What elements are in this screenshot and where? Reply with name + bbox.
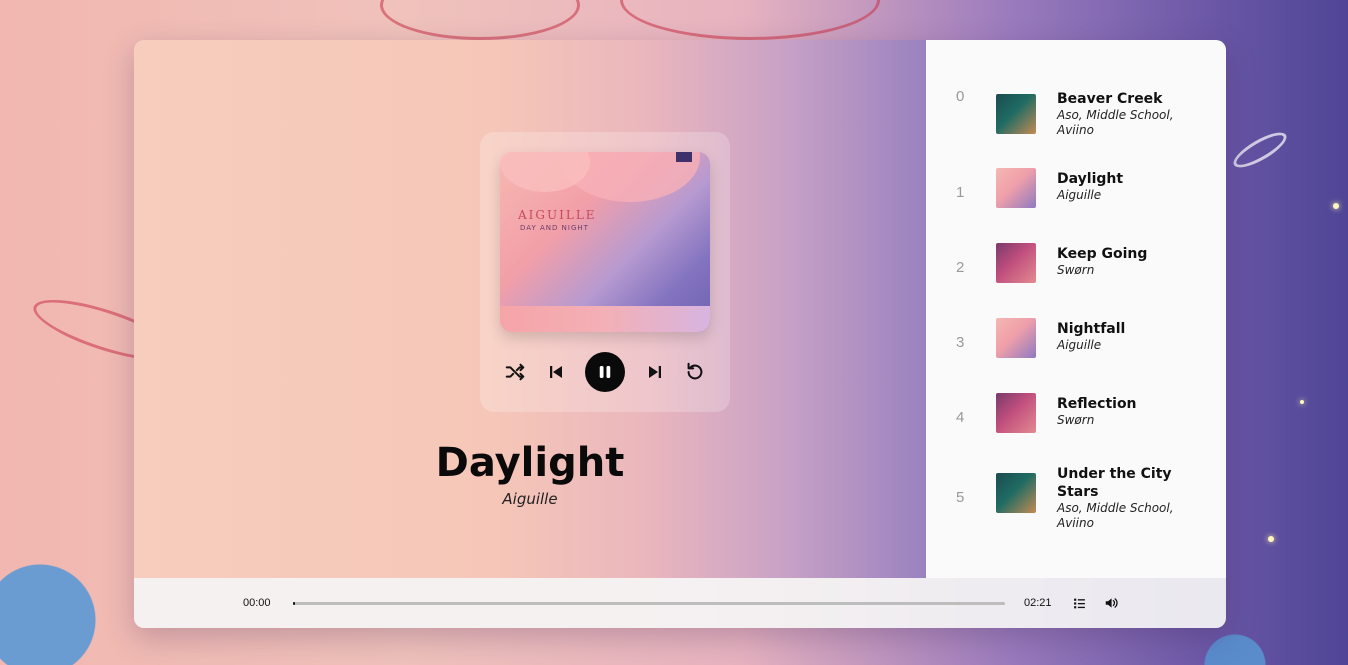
playlist-item[interactable]: 1 Daylight Aiguille (926, 168, 1226, 208)
track-artist: Aso, Middle School, Aviino (1057, 108, 1174, 137)
track-index: 1 (956, 184, 965, 201)
playlist-item[interactable]: 4 Reflection Swørn (926, 393, 1226, 433)
track-thumbnail (996, 393, 1036, 433)
volume-button[interactable] (1103, 595, 1119, 611)
track-index: 2 (956, 259, 965, 276)
track-index: 5 (956, 489, 965, 506)
track-info: Nightfall Aiguille (1057, 318, 1206, 353)
playback-bar: 00:00 02:21 (134, 578, 1226, 628)
track-title: Beaver Creek (1057, 91, 1163, 107)
star-decoration (1333, 203, 1339, 209)
track-title: Reflection (1057, 396, 1137, 412)
track-info: Daylight Aiguille (1057, 168, 1206, 203)
track-artist: Swørn (1057, 413, 1095, 427)
track-index: 0 (956, 88, 965, 105)
pause-icon (599, 366, 611, 378)
cover-ground (500, 306, 710, 332)
playlist-panel: 0 Beaver Creek Aso, Middle School, Aviin… (926, 40, 1226, 578)
background-decoration (380, 0, 580, 40)
shuffle-button[interactable] (504, 361, 526, 383)
now-playing-title: Daylight (435, 440, 625, 486)
playlist-item[interactable]: 3 Nightfall Aiguille (926, 318, 1226, 358)
track-thumbnail (996, 94, 1036, 134)
track-artist: Aso, Middle School, Aviino (1057, 501, 1174, 530)
track-info: Reflection Swørn (1057, 393, 1206, 428)
progress-bar[interactable] (293, 602, 1005, 605)
shuffle-icon (505, 363, 525, 381)
list-icon (1073, 598, 1085, 608)
track-artist: Aiguille (1057, 188, 1102, 202)
track-index: 3 (956, 334, 965, 351)
volume-icon (1105, 598, 1118, 608)
playlist-toggle-button[interactable] (1071, 595, 1087, 611)
track-title: Under the City Stars (1057, 466, 1172, 500)
star-decoration (1268, 536, 1274, 542)
track-info: Keep Going Swørn (1057, 243, 1206, 278)
now-playing-artist: Aiguille (502, 490, 558, 508)
track-artist: Aiguille (1057, 338, 1102, 352)
music-player: ​ AIGUILLE DAY AND NIGHT (134, 40, 1226, 628)
repeat-button[interactable] (684, 361, 706, 383)
pause-button[interactable] (585, 352, 625, 392)
track-thumbnail (996, 168, 1036, 208)
playlist-item[interactable]: 2 Keep Going Swørn (926, 243, 1226, 283)
track-info: Under the City Stars Aso, Middle School,… (1057, 465, 1206, 531)
track-info: Beaver Creek Aso, Middle School, Aviino (1057, 72, 1206, 138)
cover-title: AIGUILLE (518, 208, 597, 222)
skip-next-icon (648, 366, 661, 378)
track-title: Keep Going (1057, 246, 1148, 262)
playlist-item[interactable]: 5 Under the City Stars Aso, Middle Schoo… (926, 466, 1226, 531)
playback-controls (500, 352, 710, 392)
cover-badge (676, 152, 692, 162)
track-thumbnail (996, 243, 1036, 283)
previous-button[interactable] (545, 361, 567, 383)
track-artist: Swørn (1057, 263, 1095, 277)
star-decoration (1300, 400, 1304, 404)
background-decoration (1229, 126, 1291, 174)
track-index: 4 (956, 409, 965, 426)
repeat-icon (687, 362, 703, 380)
album-cover: AIGUILLE DAY AND NIGHT (500, 152, 710, 332)
track-thumbnail (996, 318, 1036, 358)
skip-previous-icon (549, 366, 562, 378)
track-thumbnail (996, 473, 1036, 513)
current-time: 00:00 (243, 597, 271, 609)
background-decoration (620, 0, 880, 40)
total-time: 02:21 (1024, 597, 1052, 609)
cover-subtitle: DAY AND NIGHT (520, 224, 589, 232)
track-title: Nightfall (1057, 321, 1126, 337)
playlist-item[interactable]: 0 Beaver Creek Aso, Middle School, Aviin… (926, 72, 1226, 138)
player-card: AIGUILLE DAY AND NIGHT (480, 132, 730, 412)
progress-fill (293, 602, 296, 605)
next-button[interactable] (644, 361, 666, 383)
now-playing-stage: ​ AIGUILLE DAY AND NIGHT (134, 40, 926, 578)
track-title: Daylight (1057, 171, 1124, 187)
